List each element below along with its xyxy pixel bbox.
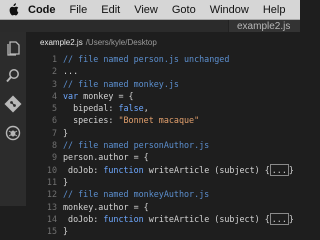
code-text[interactable]: // file named personAuthor.js — [63, 139, 209, 151]
code-text[interactable]: // file named person.js unchanged — [63, 53, 229, 65]
line-number: 8 — [51, 140, 57, 151]
code-line[interactable]: 5 bipedal: false, — [26, 102, 300, 114]
code-line[interactable]: 8 // file named personAuthor.js — [26, 139, 300, 151]
code-text[interactable]: doJob: function writeArticle (subject) {… — [63, 163, 294, 176]
code-line[interactable]: 15} — [26, 225, 300, 237]
editor[interactable]: example2.js/Users/kyle/Desktop 1 // file … — [26, 32, 300, 236]
line-number: 13 — [46, 201, 57, 212]
code-area[interactable]: 1// file named person.js unchanged 2... 3/… — [26, 53, 300, 237]
line-number: 14 — [46, 213, 57, 224]
code-text[interactable]: species: "Bonnet macaque" — [63, 114, 199, 126]
breadcrumb: example2.js/Users/kyle/Desktop — [40, 38, 157, 47]
menu-edit[interactable]: Edit — [94, 4, 127, 16]
line-number: 2 — [51, 66, 57, 77]
breadcrumb-path: /Users/kyle/Desktop — [85, 38, 157, 47]
code-line[interactable]: 14 doJob: function writeArticle (subject… — [26, 212, 300, 225]
apple-icon[interactable] — [0, 3, 26, 16]
code-line[interactable]: 12 // file named monkeyAuthor.js — [26, 188, 300, 200]
code-line[interactable]: 10 doJob: function writeArticle (subject… — [26, 163, 300, 176]
menu-window[interactable]: Window — [203, 4, 256, 16]
line-number: 4 — [51, 90, 57, 101]
breadcrumb-file: example2.js — [40, 38, 83, 47]
line-number: 7 — [51, 127, 57, 138]
line-number: 12 — [46, 189, 57, 200]
code-line[interactable]: 4 var monkey = { — [26, 90, 300, 102]
line-number: 1 — [51, 54, 57, 64]
title-bar: example2.js — [0, 20, 300, 32]
code-line[interactable]: 3 // file named monkey.js — [26, 78, 300, 90]
code-text[interactable]: } — [63, 176, 68, 188]
line-number: 5 — [51, 103, 57, 114]
menu-help[interactable]: Help — [256, 4, 293, 16]
code-line[interactable]: 2... — [26, 65, 300, 77]
line-number: 15 — [46, 226, 57, 237]
code-text[interactable]: bipedal: false, — [63, 102, 149, 114]
code-text[interactable]: var monkey = { — [63, 90, 134, 102]
menu-view[interactable]: View — [127, 4, 165, 16]
code-line[interactable]: 9 person.author = { — [26, 151, 300, 163]
code-line[interactable]: 1 // file named person.js unchanged — [26, 53, 300, 65]
code-text[interactable]: // file named monkeyAuthor.js — [63, 188, 209, 200]
menu-goto[interactable]: Goto — [165, 4, 203, 16]
code-text[interactable]: // file named monkey.js — [63, 78, 179, 90]
debug-icon[interactable] — [4, 124, 22, 142]
git-icon[interactable] — [4, 95, 22, 113]
line-number: 3 — [51, 78, 57, 89]
files-icon[interactable] — [4, 39, 22, 57]
code-line[interactable]: 11} — [26, 176, 300, 188]
line-number: 9 — [51, 152, 57, 163]
code-text[interactable]: person.author = { — [63, 151, 149, 163]
tab-label: example2.js — [237, 20, 291, 32]
menu-file[interactable]: File — [63, 4, 95, 16]
line-number: 10 — [46, 164, 57, 175]
menu-app-name[interactable]: Code — [26, 4, 63, 16]
menu-bar: Code File Edit View Goto Window Help — [0, 0, 300, 20]
code-line[interactable]: 6 species: "Bonnet macaque" — [26, 114, 300, 126]
code-line[interactable]: 7} — [26, 127, 300, 139]
code-text[interactable]: doJob: function writeArticle (subject) {… — [63, 212, 294, 225]
line-number: 11 — [46, 176, 57, 187]
search-icon[interactable] — [4, 67, 22, 85]
code-line[interactable]: 13 monkey.author = { — [26, 201, 300, 213]
editor-tab[interactable]: example2.js — [228, 20, 300, 32]
code-text[interactable]: } — [63, 127, 68, 139]
line-number: 6 — [51, 115, 57, 126]
code-text[interactable]: } — [63, 225, 68, 237]
code-text[interactable]: monkey.author = { — [63, 201, 149, 213]
activity-bar — [0, 32, 26, 206]
code-text[interactable]: ... — [63, 65, 78, 77]
